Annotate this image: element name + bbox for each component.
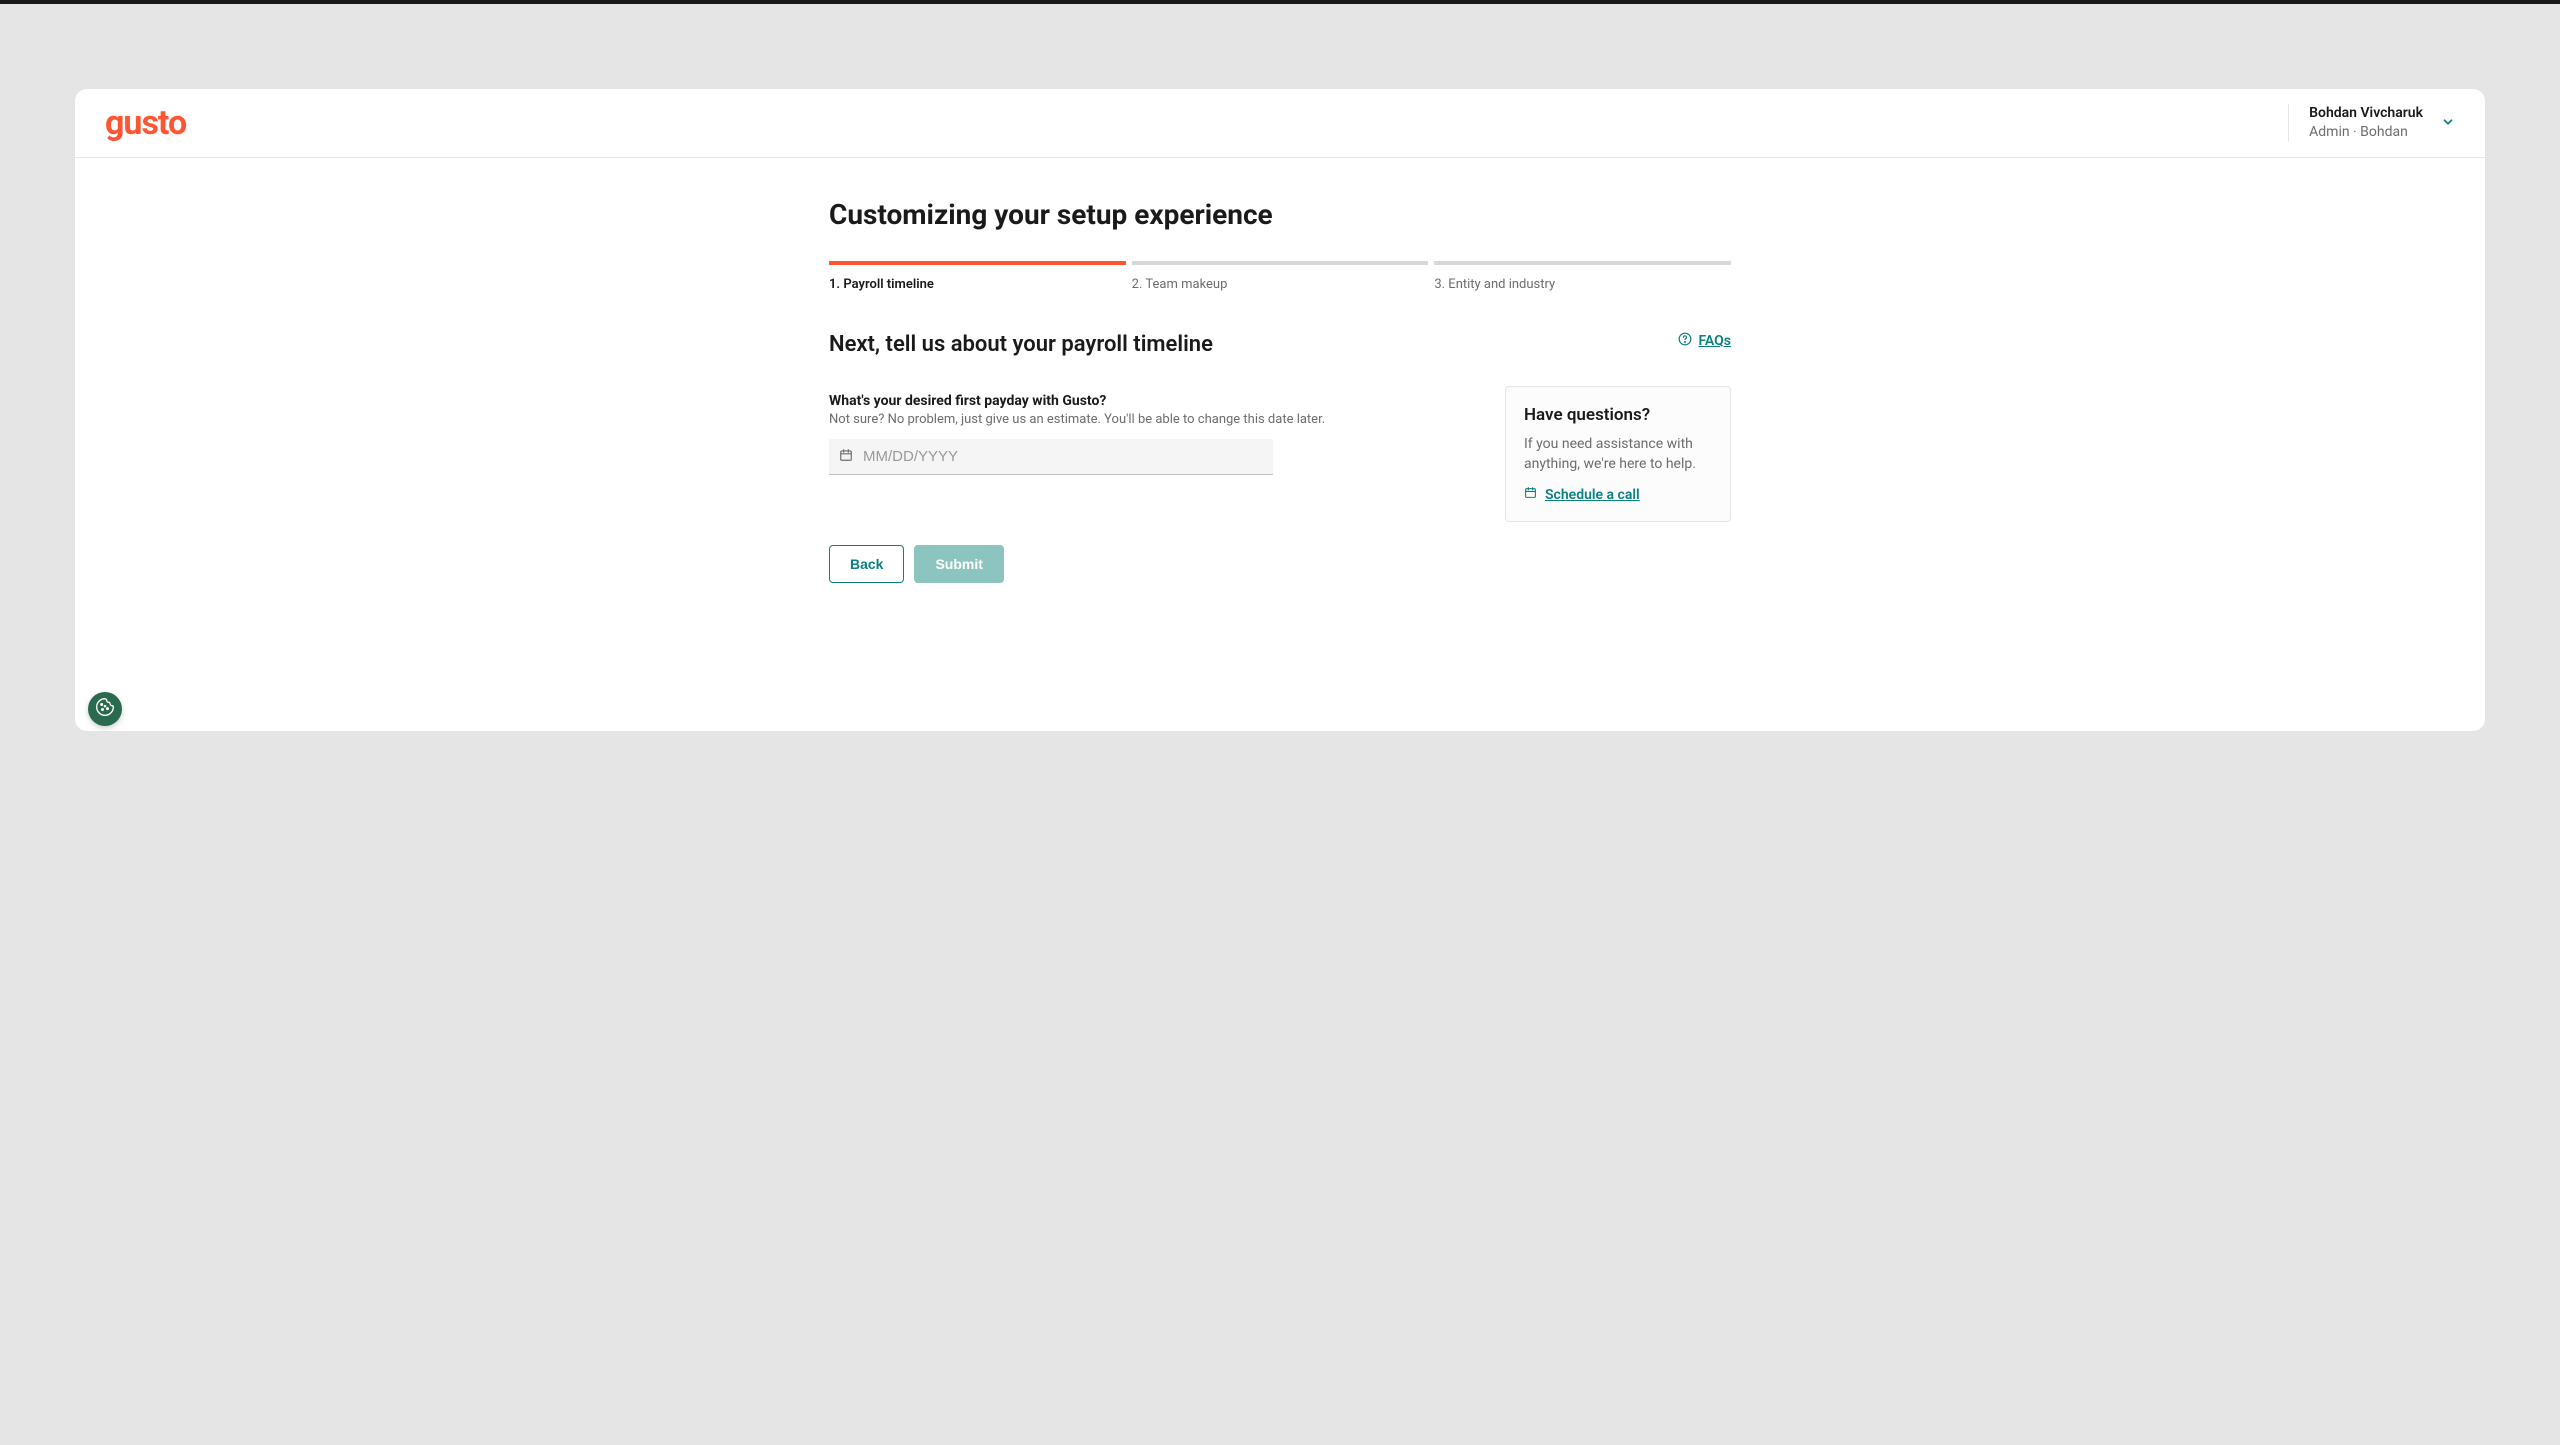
chevron-down-icon — [2441, 114, 2455, 133]
faqs-label: FAQs — [1698, 333, 1731, 349]
step-label: 2. Team makeup — [1132, 277, 1429, 292]
account-role: Admin · Bohdan — [2309, 123, 2423, 142]
payday-date-field[interactable] — [863, 448, 1263, 465]
step-label: 3. Entity and industry — [1434, 277, 1731, 292]
schedule-call-link[interactable]: Schedule a call — [1524, 486, 1712, 503]
schedule-call-label: Schedule a call — [1545, 487, 1640, 503]
field-label: What's your desired first payday with Gu… — [829, 393, 1465, 409]
help-text: If you need assistance with anything, we… — [1524, 435, 1712, 474]
faqs-link[interactable]: FAQs — [1505, 332, 1731, 350]
app-card: gusto Bohdan Vivcharuk Admin · Bohdan Cu… — [75, 89, 2485, 731]
subtitle: Next, tell us about your payroll timelin… — [829, 332, 1465, 357]
field-hint: Not sure? No problem, just give us an es… — [829, 412, 1465, 427]
step-payroll-timeline: 1. Payroll timeline — [829, 261, 1126, 292]
calendar-icon — [1524, 486, 1537, 503]
date-input-wrapper[interactable] — [829, 439, 1273, 475]
help-circle-icon — [1678, 332, 1692, 350]
logo: gusto — [105, 103, 186, 143]
cookie-settings-button[interactable] — [88, 692, 122, 726]
account-text: Bohdan Vivcharuk Admin · Bohdan — [2309, 104, 2423, 142]
account-name: Bohdan Vivcharuk — [2309, 104, 2423, 123]
cookie-icon — [95, 697, 115, 721]
step-bar — [1434, 261, 1731, 265]
step-entity-industry: 3. Entity and industry — [1434, 261, 1731, 292]
step-team-makeup: 2. Team makeup — [1132, 261, 1429, 292]
help-panel: Have questions? If you need assistance w… — [1505, 386, 1731, 522]
calendar-icon — [839, 447, 853, 466]
left-column: Next, tell us about your payroll timelin… — [829, 332, 1465, 583]
progress-steps: 1. Payroll timeline 2. Team makeup 3. En… — [829, 261, 1731, 292]
header: gusto Bohdan Vivcharuk Admin · Bohdan — [75, 89, 2485, 158]
step-label: 1. Payroll timeline — [829, 277, 1126, 292]
help-title: Have questions? — [1524, 405, 1712, 425]
submit-button[interactable]: Submit — [914, 545, 1003, 583]
account-menu[interactable]: Bohdan Vivcharuk Admin · Bohdan — [2288, 104, 2455, 142]
back-button[interactable]: Back — [829, 545, 904, 583]
actions: Back Submit — [829, 545, 1465, 583]
step-bar — [829, 261, 1126, 265]
content-row: Next, tell us about your payroll timelin… — [829, 332, 1731, 583]
page-title: Customizing your setup experience — [829, 198, 1731, 231]
main-content: Customizing your setup experience 1. Pay… — [829, 158, 1731, 623]
right-column: FAQs Have questions? If you need assista… — [1505, 332, 1731, 522]
step-bar — [1132, 261, 1429, 265]
